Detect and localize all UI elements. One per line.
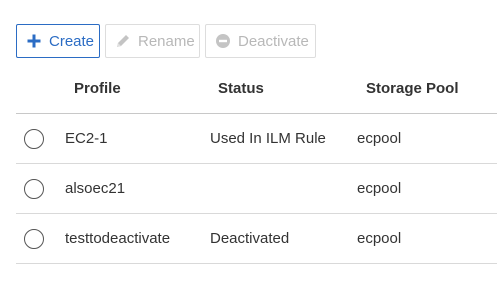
radio-button[interactable] bbox=[24, 178, 44, 199]
profiles-table: Profile Status Storage Pool EC2-1 Used I… bbox=[16, 64, 497, 264]
table-row[interactable]: EC2-1 Used In ILM Rule ecpool bbox=[16, 114, 497, 164]
cell-profile: alsoec21 bbox=[65, 180, 126, 197]
cell-storage-pool: ecpool bbox=[357, 230, 402, 247]
row-select[interactable] bbox=[24, 214, 44, 263]
cell-profile: testtodeactivate bbox=[65, 230, 171, 247]
plus-icon bbox=[26, 33, 42, 49]
cell-storage-pool: ecpool bbox=[357, 130, 402, 147]
column-header-storage-pool[interactable]: Storage Pool bbox=[366, 64, 459, 113]
deactivate-button-label: Deactivate bbox=[238, 32, 309, 50]
create-button[interactable]: Create bbox=[16, 24, 100, 58]
table-row[interactable]: alsoec21 ecpool bbox=[16, 164, 497, 214]
column-header-status[interactable]: Status bbox=[218, 64, 264, 113]
create-button-label: Create bbox=[49, 32, 95, 50]
cell-status: Used In ILM Rule bbox=[210, 130, 326, 147]
column-header-profile[interactable]: Profile bbox=[74, 64, 121, 113]
cell-status: Deactivated bbox=[210, 230, 290, 247]
cell-storage-pool: ecpool bbox=[357, 180, 402, 197]
rename-button-label: Rename bbox=[138, 32, 195, 50]
radio-button[interactable] bbox=[24, 128, 44, 149]
toolbar: Create Rename Deactivate bbox=[16, 24, 316, 58]
row-select[interactable] bbox=[24, 114, 44, 163]
rename-button[interactable]: Rename bbox=[105, 24, 200, 58]
radio-button[interactable] bbox=[24, 228, 44, 249]
table-header: Profile Status Storage Pool bbox=[16, 64, 497, 114]
row-select[interactable] bbox=[24, 164, 44, 213]
cell-profile: EC2-1 bbox=[65, 130, 108, 147]
table-row[interactable]: testtodeactivate Deactivated ecpool bbox=[16, 214, 497, 264]
pencil-icon bbox=[115, 33, 131, 49]
minus-circle-icon bbox=[215, 33, 231, 49]
deactivate-button[interactable]: Deactivate bbox=[205, 24, 316, 58]
